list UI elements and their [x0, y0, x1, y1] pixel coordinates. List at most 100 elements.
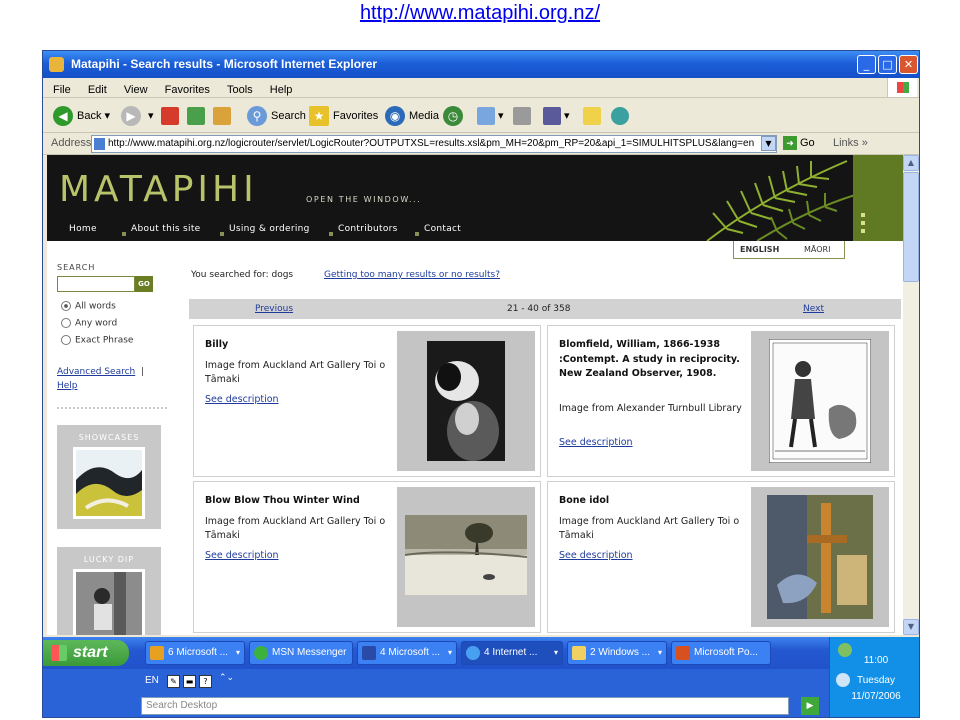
address-dropdown-icon[interactable]: ▼ [761, 136, 776, 151]
nav-home[interactable]: Home [69, 224, 97, 234]
links-button[interactable]: Links » [833, 137, 868, 149]
task-internet-explorer[interactable]: 4 Internet ... ▾ [461, 641, 563, 665]
home-button[interactable] [213, 105, 231, 127]
menu-favorites[interactable]: Favorites [165, 84, 210, 96]
lang-english[interactable]: ENGLISH [740, 245, 779, 254]
nav-using-ordering[interactable]: Using & ordering [229, 224, 310, 234]
result-title[interactable]: Bone idol [559, 494, 749, 509]
result-thumbnail[interactable] [397, 487, 535, 627]
lang-maori[interactable]: MĀORI [804, 245, 830, 254]
result-title[interactable]: Blow Blow Thou Winter Wind [205, 494, 395, 509]
options-chevron-icon[interactable]: ⌃⌄ [219, 673, 234, 683]
nav-contributors[interactable]: Contributors [338, 224, 398, 234]
result-thumbnail[interactable] [751, 331, 889, 471]
mail-button[interactable]: ▾ [477, 105, 504, 127]
menu-view[interactable]: View [124, 84, 148, 96]
start-button[interactable]: start [43, 640, 129, 666]
slide-url-link[interactable]: http://www.matapihi.org.nz/ [0, 2, 960, 25]
go-button[interactable]: ➜ Go [783, 136, 815, 150]
radio-all-words[interactable]: All words [61, 301, 116, 312]
lucky-dip-heading: LUCKY DIP [83, 555, 135, 564]
stop-button[interactable] [161, 105, 179, 127]
media-button[interactable]: ◉ Media [385, 105, 439, 127]
task-msn-messenger[interactable]: MSN Messenger [249, 641, 353, 665]
see-description-link[interactable]: See description [205, 550, 279, 561]
lucky-dip-panel[interactable]: LUCKY DIP [57, 547, 161, 635]
messenger-button[interactable] [611, 105, 629, 127]
word-edit-icon [543, 107, 561, 126]
lucky-dip-photo-image [76, 572, 142, 635]
results-pager: Previous 21 - 40 of 358 Next [189, 299, 901, 319]
pen-icon[interactable]: ✎ [167, 675, 180, 688]
system-tray: 11:00 Tuesday 11/07/2006 [829, 637, 919, 717]
minimize-button[interactable]: _ [857, 55, 876, 74]
search-label: SEARCH [57, 263, 96, 272]
result-card: Blomfield, William, 1866-1938 :Contempt.… [547, 325, 895, 477]
menu-help[interactable]: Help [270, 84, 293, 96]
history-button[interactable]: ◷ [443, 105, 467, 127]
help-icon[interactable]: ? [199, 675, 212, 688]
address-url-text: http://www.matapihi.org.nz/logicrouter/s… [108, 138, 755, 149]
back-button[interactable]: ◀ Back ▾ [53, 105, 110, 127]
radio-any-word[interactable]: Any word [61, 318, 117, 329]
address-input[interactable]: http://www.matapihi.org.nz/logicrouter/s… [91, 135, 777, 153]
site-nav: Home About this site Using & ordering Co… [47, 220, 477, 241]
menu-tools[interactable]: Tools [227, 84, 253, 96]
edit-button[interactable]: ▾ [543, 105, 570, 127]
nav-contact[interactable]: Contact [424, 224, 461, 234]
showcases-panel[interactable]: SHOWCASES [57, 425, 161, 529]
search-desktop-go-icon[interactable]: ▶ [801, 697, 819, 715]
still-life-painting-image [767, 495, 873, 619]
advanced-search-link[interactable]: Advanced Search [57, 367, 135, 377]
search-button[interactable]: ⚲ Search [247, 105, 306, 127]
previous-link[interactable]: Previous [255, 304, 293, 314]
next-link[interactable]: Next [803, 304, 824, 314]
showcase-painting-image [76, 450, 142, 516]
menu-file[interactable]: File [53, 84, 71, 96]
result-thumbnail[interactable] [397, 331, 535, 471]
language-indicator[interactable]: EN [145, 675, 159, 686]
desktop-screenshot: Matapihi - Search results - Microsoft In… [42, 50, 920, 718]
lucky-dip-thumbnail[interactable] [73, 569, 145, 635]
clock-time[interactable]: 11:00 [830, 655, 919, 666]
keyboard-icon[interactable]: ▬ [183, 675, 196, 688]
close-button[interactable]: ✕ [899, 55, 918, 74]
stop-icon [161, 107, 179, 126]
scroll-thumb[interactable] [903, 172, 919, 282]
scroll-up-icon[interactable]: ▲ [903, 155, 919, 171]
maximize-button[interactable]: □ [878, 55, 897, 74]
see-description-link[interactable]: See description [205, 394, 279, 405]
help-link[interactable]: Help [57, 381, 78, 391]
language-switcher: ENGLISH MĀORI [733, 241, 845, 259]
forward-button[interactable]: ▶ ▾ [121, 105, 154, 127]
nav-about[interactable]: About this site [131, 224, 201, 234]
discuss-button[interactable] [583, 105, 601, 127]
task-powerpoint[interactable]: Microsoft Po... [671, 641, 771, 665]
print-button[interactable] [513, 105, 531, 127]
radio-selected-icon [61, 301, 71, 311]
radio-exact-phrase[interactable]: Exact Phrase [61, 335, 133, 346]
refresh-button[interactable] [187, 105, 205, 127]
fern-illustration-icon [706, 160, 856, 241]
vertical-scrollbar[interactable]: ▲ ▼ [903, 155, 919, 635]
see-description-link[interactable]: See description [559, 550, 633, 561]
result-thumbnail[interactable] [751, 487, 889, 627]
menu-edit[interactable]: Edit [88, 84, 107, 96]
result-title[interactable]: Blomfield, William, 1866-1938 :Contempt.… [559, 338, 749, 382]
search-input[interactable] [57, 276, 135, 292]
left-sidebar: SEARCH GO All words Any word Exact Phras… [47, 241, 183, 635]
task-microsoft-word[interactable]: 4 Microsoft ... ▾ [357, 641, 457, 665]
window-title-bar[interactable]: Matapihi - Search results - Microsoft In… [43, 51, 919, 78]
result-card: Billy Image from Auckland Art Gallery To… [193, 325, 541, 477]
site-logo[interactable]: MATAPIHI [59, 169, 258, 210]
search-desktop-input[interactable]: Search Desktop [141, 697, 789, 715]
favorites-button[interactable]: ★ Favorites [309, 105, 378, 127]
showcase-thumbnail[interactable] [73, 447, 145, 519]
scroll-down-icon[interactable]: ▼ [903, 619, 919, 635]
result-title[interactable]: Billy [205, 338, 395, 353]
task-windows-explorer[interactable]: 2 Windows ... ▾ [567, 641, 667, 665]
too-many-results-link[interactable]: Getting too many results or no results? [324, 270, 500, 280]
search-go-button[interactable]: GO [135, 276, 153, 292]
see-description-link[interactable]: See description [559, 437, 633, 448]
task-microsoft-1[interactable]: 6 Microsoft ... ▾ [145, 641, 245, 665]
